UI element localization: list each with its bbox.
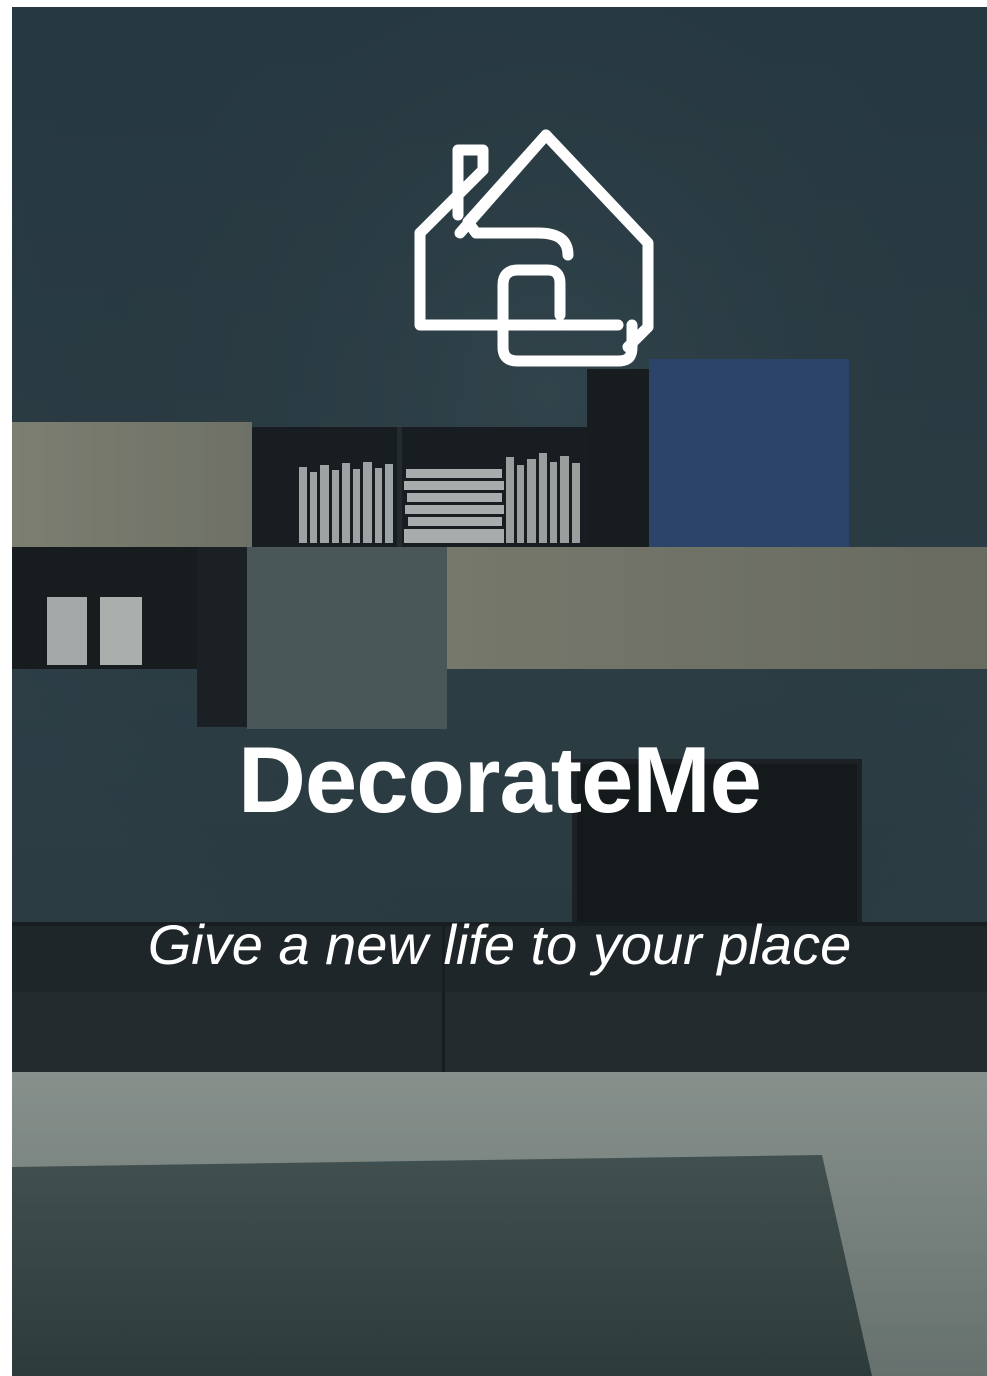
house-icon: [414, 129, 654, 367]
app-name: DecorateMe: [238, 727, 762, 832]
tagline: Give a new life to your place: [147, 913, 852, 976]
splash-screen: DecorateMe Give a new life to your place: [12, 7, 987, 1376]
